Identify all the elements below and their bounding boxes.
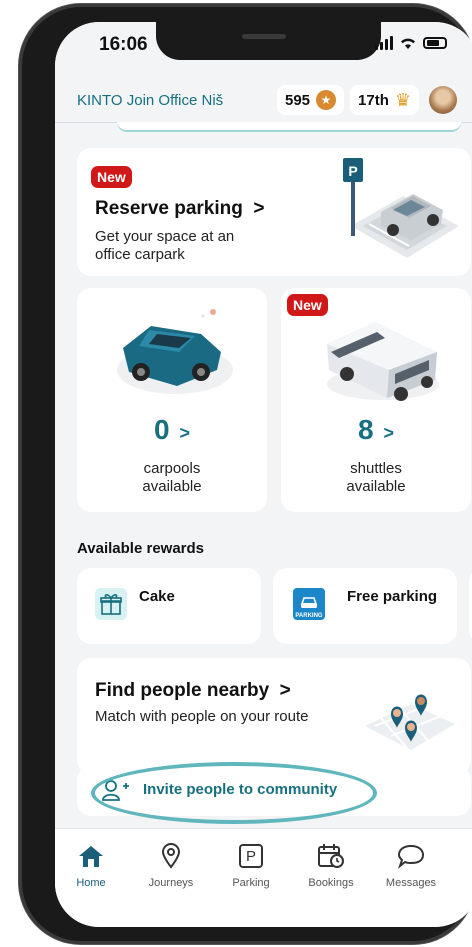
gift-icon-glyph (100, 594, 122, 615)
find-people-card[interactable]: Find people nearby > Match with people o… (77, 658, 471, 774)
highlight-ellipse (91, 762, 377, 824)
tab-label: Home (76, 877, 106, 889)
find-people-title-row: Find people nearby > (95, 680, 291, 702)
desc-line: Get your space at an (95, 228, 235, 245)
tab-bookings[interactable]: Bookings (291, 841, 371, 889)
tab-messages[interactable]: Messages (371, 841, 451, 889)
parking-icon: P (211, 841, 291, 871)
find-people-title: Find people nearby (95, 680, 270, 701)
chevron-right-icon: > (179, 423, 191, 443)
office-name[interactable]: KINTO Join Office Niš (77, 92, 271, 109)
bottom-tab-bar: Home Journeys P Parking Bookings Message… (55, 828, 472, 927)
scrolled-card-edge (117, 122, 461, 132)
map-pins-illustration (365, 694, 455, 750)
tab-journeys[interactable]: Journeys (131, 841, 211, 889)
speaker-grill (242, 34, 286, 39)
new-badge: New (91, 166, 132, 188)
rank-value: 17th (358, 91, 389, 109)
parking-reward-icon: PARKING (293, 588, 325, 620)
shuttles-count-row: 8 > (281, 414, 471, 446)
crown-icon: ♛ (394, 89, 411, 110)
rank-pill[interactable]: 17th ♛ (350, 85, 419, 115)
chat-bubble-icon (371, 841, 451, 871)
app-screen: 16:06 KINTO Join Office Niš 595 ★ 17th ♛ (55, 22, 472, 927)
wifi-icon (401, 38, 415, 49)
parking-icon-caption: PARKING (295, 613, 323, 619)
status-bar: 16:06 (55, 22, 472, 72)
signal-icon (375, 36, 393, 50)
svg-text:P: P (348, 163, 357, 179)
carpools-label: carpools available (77, 460, 267, 496)
chevron-right-icon: > (383, 423, 395, 443)
battery-icon (423, 37, 447, 49)
car-icon (300, 597, 318, 608)
shuttles-label-line: shuttles (350, 460, 402, 477)
reward-card-cake[interactable]: Cake (77, 568, 261, 644)
app-header: KINTO Join Office Niš 595 ★ 17th ♛ (55, 78, 472, 122)
tab-label: Parking (232, 877, 270, 889)
reward-card-free-parking[interactable]: PARKING Free parking (273, 568, 457, 644)
shuttles-label: shuttles available (281, 460, 471, 496)
desc-line: office carpark (95, 246, 185, 263)
parking-car-illustration: P (343, 158, 459, 258)
avatar[interactable] (429, 86, 457, 114)
tab-label: Bookings (308, 877, 354, 889)
status-icons (375, 36, 447, 50)
calendar-clock-icon (291, 841, 371, 871)
star-icon: ★ (316, 90, 337, 110)
reward-label: Cake (139, 588, 175, 605)
home-icon (55, 841, 131, 871)
carpools-count: 0 (153, 414, 170, 445)
points-pill[interactable]: 595 ★ (276, 85, 345, 115)
parking-icon-box: P (239, 844, 263, 868)
find-people-desc: Match with people on your route (95, 708, 309, 725)
rewards-section-title: Available rewards (77, 540, 205, 557)
reward-label: Free parking (347, 588, 438, 605)
reserve-parking-title: Reserve parking (95, 198, 243, 219)
points-value: 595 (284, 91, 311, 109)
tab-label: Messages (385, 877, 437, 889)
shuttles-label-line: available (346, 478, 406, 495)
chevron-right-icon: > (253, 198, 265, 219)
tab-parking[interactable]: P Parking (211, 841, 291, 889)
reserve-parking-desc: Get your space at an office carpark (95, 228, 234, 264)
phone-frame: 16:06 KINTO Join Office Niš 595 ★ 17th ♛ (19, 4, 472, 944)
carpools-card[interactable]: 0 > carpools available (77, 288, 267, 512)
gift-icon (95, 588, 127, 620)
carpools-count-row: 0 > (77, 414, 267, 446)
shuttle-van-illustration (327, 322, 439, 401)
carpool-car-illustration (117, 309, 233, 394)
shuttles-count: 8 (357, 414, 374, 445)
status-time: 16:06 (99, 34, 148, 55)
shuttles-card[interactable]: New 8 > shuttles available (281, 288, 471, 512)
reserve-parking-card[interactable]: New Reserve parking > Get your space at … (77, 148, 471, 276)
reserve-parking-title-row: Reserve parking > (95, 198, 264, 220)
chevron-right-icon: > (279, 680, 291, 701)
carpools-label-line: carpools (143, 460, 201, 477)
location-pin-icon (131, 841, 211, 871)
tab-home[interactable]: Home (55, 841, 131, 889)
notch (156, 22, 381, 60)
carpools-label-line: available (142, 478, 202, 495)
tab-label: Journeys (148, 877, 194, 889)
